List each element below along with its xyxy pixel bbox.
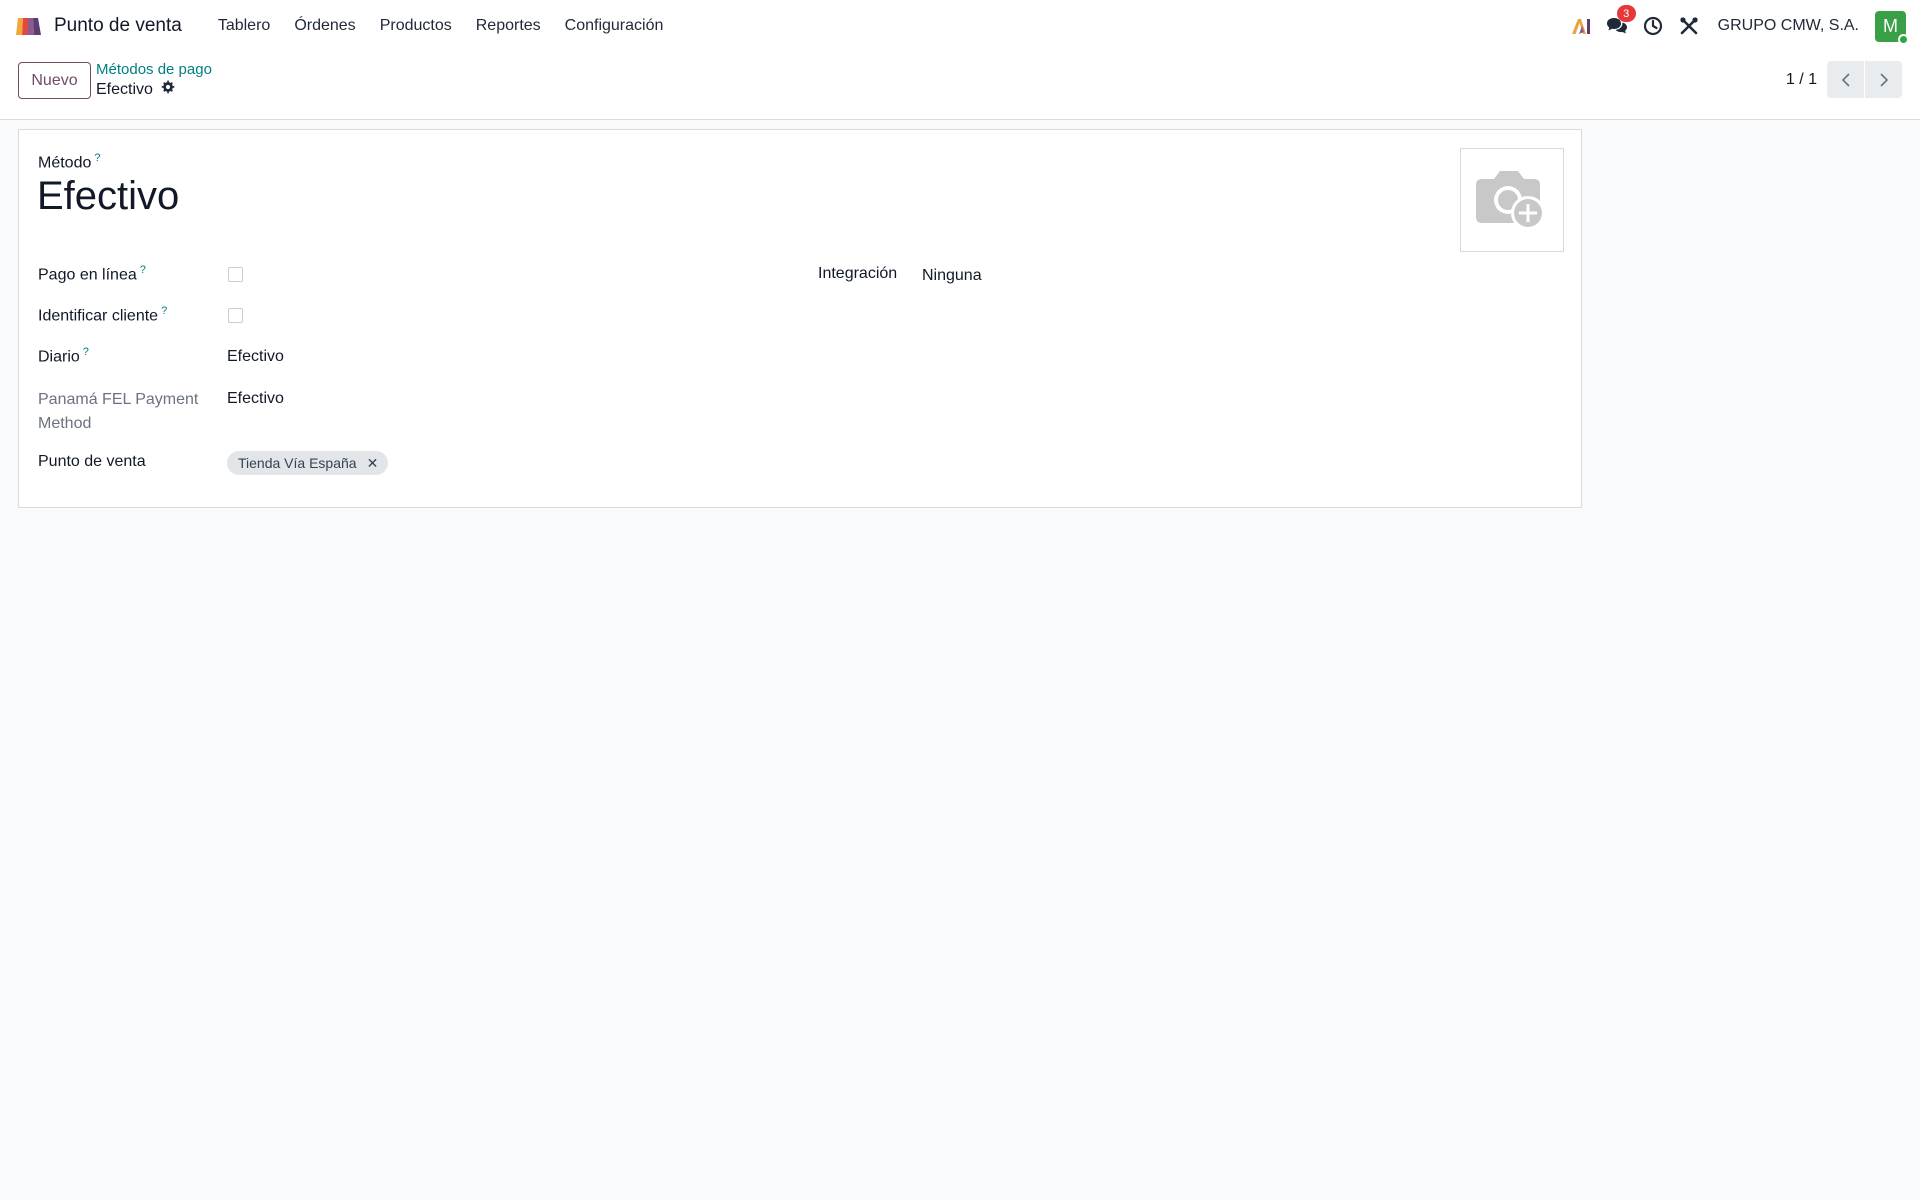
menu-ordenes[interactable]: Órdenes	[282, 17, 367, 35]
pos-tag: Tienda Vía España ✕	[227, 451, 389, 475]
tag-remove-icon[interactable]: ✕	[367, 455, 379, 472]
app-name[interactable]: Punto de venta	[54, 15, 182, 37]
gear-icon[interactable]	[161, 80, 175, 99]
breadcrumb-current: Efectivo	[96, 80, 175, 99]
method-name-input[interactable]: Efectivo	[37, 174, 179, 219]
fel-payment-method-label: Panamá FEL Payment Method	[38, 391, 199, 432]
company-switcher[interactable]: GRUPO CMW, S.A.	[1718, 17, 1859, 35]
user-avatar[interactable]: M	[1875, 10, 1909, 45]
pos-tag-label: Tienda Vía España	[238, 455, 357, 471]
chevron-left-icon	[1841, 72, 1850, 87]
identify-customer-label-text: Identificar cliente	[38, 307, 159, 325]
online-payment-checkbox[interactable]	[228, 267, 243, 282]
point-of-sale-label: Punto de venta	[38, 453, 146, 470]
avatar-initial: M	[1883, 15, 1898, 36]
journal-field[interactable]: Efectivo	[227, 348, 284, 366]
breadcrumb-payment-methods[interactable]: Métodos de pago	[96, 61, 212, 78]
clock-icon[interactable]	[1636, 9, 1670, 43]
systray: 3 GRUPO CMW, S.A. M	[1562, 5, 1909, 45]
online-payment-label-text: Pago en línea	[38, 266, 137, 284]
main-menu: Tablero Órdenes Productos Reportes Confi…	[206, 17, 676, 35]
journal-label-text: Diario	[38, 348, 80, 366]
camera-plus-icon	[1476, 171, 1545, 230]
breadcrumb-current-label: Efectivo	[96, 80, 153, 98]
journal-label: Diario?	[38, 346, 89, 366]
menu-productos[interactable]: Productos	[368, 17, 464, 35]
ai-icon[interactable]	[1564, 9, 1598, 43]
help-tooltip-online-payment[interactable]: ?	[140, 264, 146, 276]
messages-badge: 3	[1616, 5, 1636, 22]
help-tooltip-method[interactable]: ?	[94, 152, 100, 164]
tools-icon[interactable]	[1672, 9, 1706, 43]
image-upload[interactable]	[1460, 148, 1564, 252]
presence-dot	[1898, 33, 1909, 45]
help-tooltip-identify-customer[interactable]: ?	[161, 305, 167, 317]
menu-configuracion[interactable]: Configuración	[553, 17, 676, 35]
chevron-right-icon	[1879, 72, 1888, 87]
identify-customer-checkbox[interactable]	[228, 308, 243, 323]
form-sheet: Método? Efectivo Pago en línea? Identifi…	[18, 129, 1582, 508]
control-panel: Nuevo Métodos de pago Efectivo 1 / 1	[0, 52, 1920, 120]
menu-reportes[interactable]: Reportes	[464, 17, 553, 35]
help-tooltip-journal[interactable]: ?	[83, 346, 89, 358]
top-navbar: Punto de venta Tablero Órdenes Productos…	[0, 0, 1920, 52]
pager-next-button[interactable]	[1865, 61, 1902, 98]
integration-field[interactable]: Ninguna	[922, 267, 982, 285]
pager: 1 / 1	[1786, 61, 1902, 98]
chat-icon[interactable]: 3	[1600, 5, 1636, 43]
app-logo-icon[interactable]	[14, 14, 44, 38]
identify-customer-label: Identificar cliente?	[38, 305, 167, 325]
integration-label: Integración	[818, 265, 898, 282]
pager-previous-button[interactable]	[1827, 61, 1864, 98]
new-button[interactable]: Nuevo	[18, 62, 91, 99]
online-payment-label: Pago en línea?	[38, 264, 146, 284]
menu-tablero[interactable]: Tablero	[206, 17, 282, 35]
fel-payment-method-field[interactable]: Efectivo	[227, 390, 284, 408]
pager-value[interactable]: 1 / 1	[1786, 71, 1817, 89]
method-label-text: Método	[38, 154, 92, 172]
method-label: Método?	[38, 152, 101, 172]
